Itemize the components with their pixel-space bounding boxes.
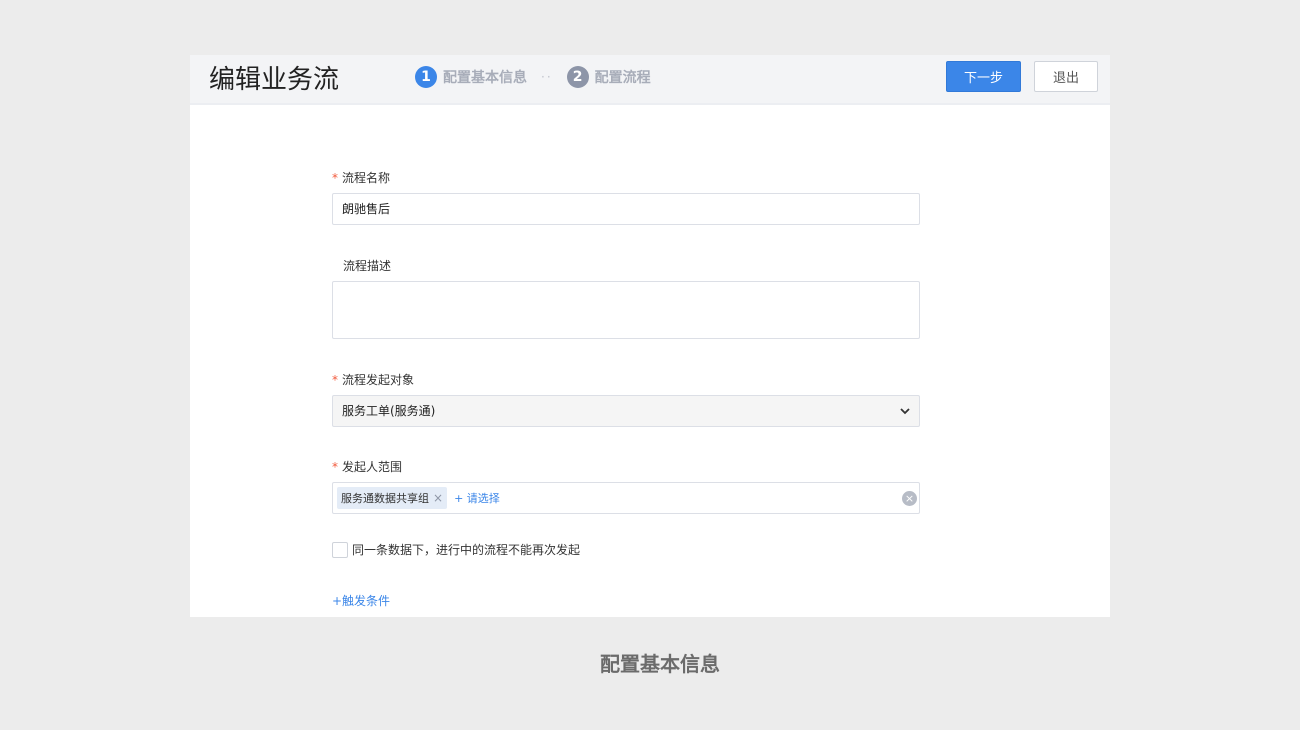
target-select-value: 服务工单(服务通) <box>342 404 436 418</box>
required-mark: * <box>332 460 338 474</box>
target-select[interactable]: 服务工单(服务通) <box>332 395 920 427</box>
chevron-down-icon <box>900 408 910 415</box>
description-label: 流程描述 <box>332 258 391 274</box>
close-icon[interactable]: × <box>433 492 443 504</box>
stepper: 1 配置基本信息 ·· 2 配置流程 <box>415 65 651 89</box>
step-1: 1 配置基本信息 <box>415 66 527 88</box>
description-textarea[interactable] <box>332 281 920 339</box>
scope-label: * 发起人范围 <box>332 459 402 475</box>
step-2-number: 2 <box>566 66 589 88</box>
page-title: 编辑业务流 <box>209 65 340 95</box>
required-mark: * <box>332 171 338 185</box>
name-label-text: 流程名称 <box>342 171 391 185</box>
scope-tag-label: 服务通数据共享组 <box>341 492 429 505</box>
name-input[interactable]: 朗驰售后 <box>332 193 920 225</box>
step-1-label: 配置基本信息 <box>443 70 527 86</box>
scope-tag-input[interactable]: 服务通数据共享组 × + 请选择 × <box>332 482 920 514</box>
step-1-number: 1 <box>415 66 437 88</box>
no-repeat-row: 同一条数据下，进行中的流程不能再次发起 <box>332 541 580 558</box>
step-2-label: 配置流程 <box>594 70 651 86</box>
header-bar: 编辑业务流 1 配置基本信息 ·· 2 配置流程 下一步 退出 <box>190 55 1110 105</box>
scope-tag: 服务通数据共享组 × <box>337 487 448 509</box>
next-step-button[interactable]: 下一步 <box>946 61 1021 92</box>
clear-circle-icon[interactable]: × <box>902 491 917 506</box>
scope-label-text: 发起人范围 <box>342 460 403 474</box>
add-scope-link[interactable]: + 请选择 <box>454 490 500 506</box>
required-mark: * <box>332 373 338 387</box>
target-label: * 流程发起对象 <box>332 372 414 388</box>
name-label: * 流程名称 <box>332 170 390 186</box>
no-repeat-checkbox[interactable] <box>332 541 348 558</box>
target-label-text: 流程发起对象 <box>342 373 415 387</box>
add-trigger-condition-link[interactable]: +触发条件 <box>332 592 390 609</box>
figure-caption: 配置基本信息 <box>600 652 720 676</box>
exit-button[interactable]: 退出 <box>1034 61 1098 92</box>
description-label-text: 流程描述 <box>343 259 392 273</box>
editor-panel: 编辑业务流 1 配置基本信息 ·· 2 配置流程 下一步 退出 * 流程名称 朗驰… <box>190 55 1110 617</box>
step-separator: ·· <box>541 70 553 84</box>
step-2: 2 配置流程 <box>566 66 651 88</box>
no-repeat-label: 同一条数据下，进行中的流程不能再次发起 <box>352 543 581 557</box>
